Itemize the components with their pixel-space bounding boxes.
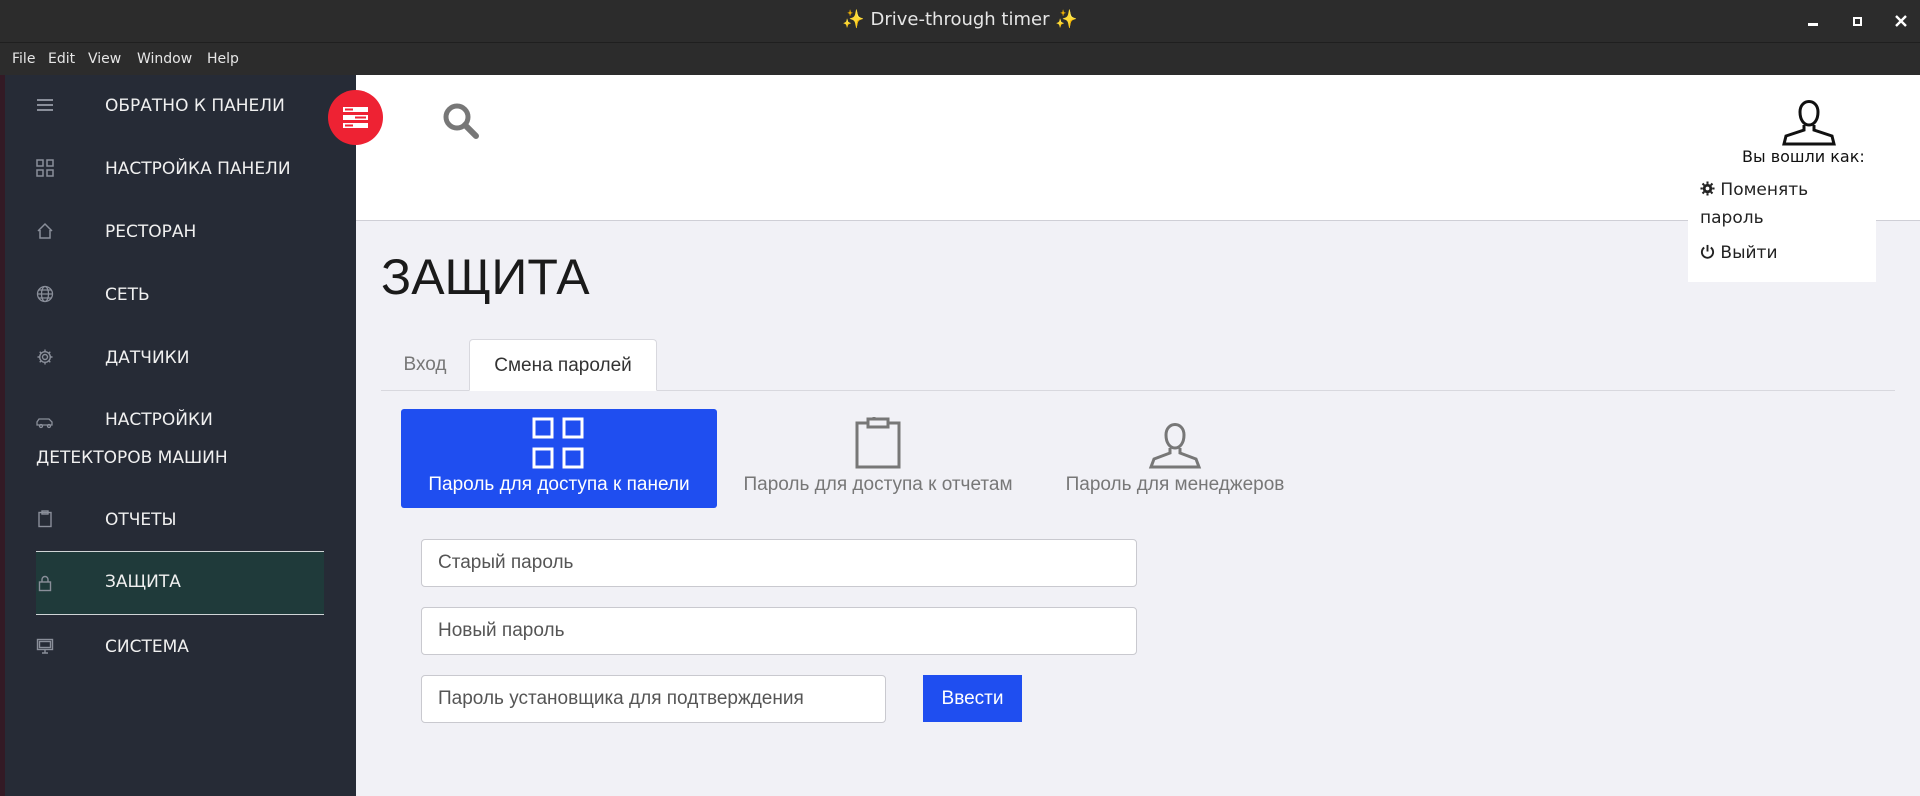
- page-title: ЗАЩИТА: [381, 249, 590, 305]
- user-icon: [1148, 423, 1202, 469]
- grid-icon: [36, 159, 54, 177]
- sidebar-item-label: ОТЧЕТЫ: [105, 510, 177, 530]
- managers-password-tile[interactable]: Пароль для менеджеров: [1055, 409, 1295, 508]
- sidebar-item-label: РЕСТОРАН: [105, 222, 197, 242]
- sidebar-item-network[interactable]: СЕТЬ: [36, 285, 324, 307]
- submit-button[interactable]: Ввести: [923, 675, 1022, 722]
- menu-view[interactable]: View: [88, 51, 121, 67]
- change-password-menu-item[interactable]: Поменять пароль: [1700, 176, 1870, 232]
- new-password-input[interactable]: Новый пароль: [421, 607, 1137, 655]
- minimize-button[interactable]: [1791, 0, 1835, 42]
- menu-file[interactable]: File: [12, 51, 35, 67]
- panel-password-tile[interactable]: Пароль для доступа к панели: [401, 409, 717, 508]
- sidebar-item-panel-settings[interactable]: НАСТРОЙКА ПАНЕЛИ: [36, 159, 324, 181]
- globe-icon: [36, 285, 54, 303]
- menu-toggle-button[interactable]: [328, 90, 383, 145]
- minimize-icon: [1808, 22, 1818, 26]
- menu-edit[interactable]: Edit: [48, 51, 75, 67]
- clipboard-icon: [855, 417, 901, 469]
- sidebar-item-back-to-panel[interactable]: ОБРАТНО К ПАНЕЛИ: [36, 96, 324, 118]
- sidebar-item-system[interactable]: СИСТЕМА: [36, 637, 324, 659]
- lock-icon: [38, 575, 52, 592]
- sidebar-item-security[interactable]: ЗАЩИТА: [36, 552, 324, 614]
- window-title: ✨ Drive-through timer ✨: [0, 0, 1920, 42]
- reports-password-tile[interactable]: Пароль для доступа к отчетам: [733, 409, 1023, 508]
- home-icon: [37, 222, 53, 239]
- title-bar: ✨ Drive-through timer ✨: [0, 0, 1920, 42]
- clipboard-icon: [38, 510, 52, 528]
- gear-icon: [37, 349, 53, 365]
- monitor-icon: [36, 638, 54, 654]
- cog-icon: [1700, 181, 1715, 196]
- active-item-divider: [36, 614, 324, 615]
- hamburger-icon: [37, 99, 53, 111]
- menu-bar: File Edit View Window Help: [0, 42, 1920, 75]
- installer-password-input[interactable]: Пароль установщика для подтверждения: [421, 675, 886, 723]
- top-header: [356, 75, 1920, 221]
- sidebar-item-label-line2: ДЕТЕКТОРОВ МАШИН: [36, 448, 228, 468]
- menu-help[interactable]: Help: [207, 51, 239, 67]
- user-dropdown-menu: Поменять пароль Выйти: [1688, 164, 1876, 282]
- sidebar-item-label: СИСТЕМА: [105, 637, 189, 657]
- sidebar-item-label: ДАТЧИКИ: [105, 348, 190, 368]
- panel-password-label: Пароль для доступа к панели: [428, 474, 690, 495]
- reports-password-label: Пароль для доступа к отчетам: [743, 474, 1013, 495]
- user-avatar-icon[interactable]: [1780, 92, 1838, 146]
- old-password-input[interactable]: Старый пароль: [421, 539, 1137, 587]
- menu-window[interactable]: Window: [137, 51, 192, 67]
- tab-login[interactable]: Вход: [381, 339, 469, 391]
- logout-menu-item[interactable]: Выйти: [1700, 243, 1778, 263]
- sidebar-item-label: НАСТРОЙКИ: [105, 410, 213, 430]
- sidebar-item-label: НАСТРОЙКА ПАНЕЛИ: [105, 159, 291, 179]
- grid-icon: [532, 417, 584, 469]
- maximize-button[interactable]: [1835, 0, 1879, 42]
- logout-label: Выйти: [1720, 243, 1778, 263]
- window-title-text: Drive-through timer: [870, 9, 1050, 30]
- sidebar-item-restaurant[interactable]: РЕСТОРАН: [36, 222, 324, 244]
- tab-change-passwords[interactable]: Смена паролей: [469, 339, 657, 391]
- search-icon[interactable]: [441, 101, 481, 141]
- sparkle-icon: ✨: [1055, 9, 1078, 30]
- close-icon: [1895, 15, 1907, 27]
- maximize-icon: [1852, 16, 1862, 26]
- sidebar-item-reports[interactable]: ОТЧЕТЫ: [36, 510, 324, 532]
- logged-in-as-label: Вы вошли как:: [1742, 148, 1865, 162]
- change-password-label: Поменять пароль: [1700, 180, 1809, 228]
- managers-password-label: Пароль для менеджеров: [1065, 474, 1285, 495]
- power-icon: [1700, 244, 1715, 259]
- sidebar-item-car-detectors[interactable]: НАСТРОЙКИ ДЕТЕКТОРОВ МАШИН: [36, 410, 324, 472]
- sparkle-icon: ✨: [842, 9, 865, 30]
- sidebar-edge: [0, 75, 5, 796]
- sidebar-item-label: СЕТЬ: [105, 285, 150, 305]
- sidebar-item-sensors[interactable]: ДАТЧИКИ: [36, 348, 324, 370]
- car-icon: [36, 418, 53, 429]
- sidebar-item-label: ЗАЩИТА: [105, 572, 181, 592]
- close-button[interactable]: [1879, 0, 1920, 42]
- list-icon: [343, 107, 368, 128]
- sidebar-item-label: ОБРАТНО К ПАНЕЛИ: [105, 96, 285, 116]
